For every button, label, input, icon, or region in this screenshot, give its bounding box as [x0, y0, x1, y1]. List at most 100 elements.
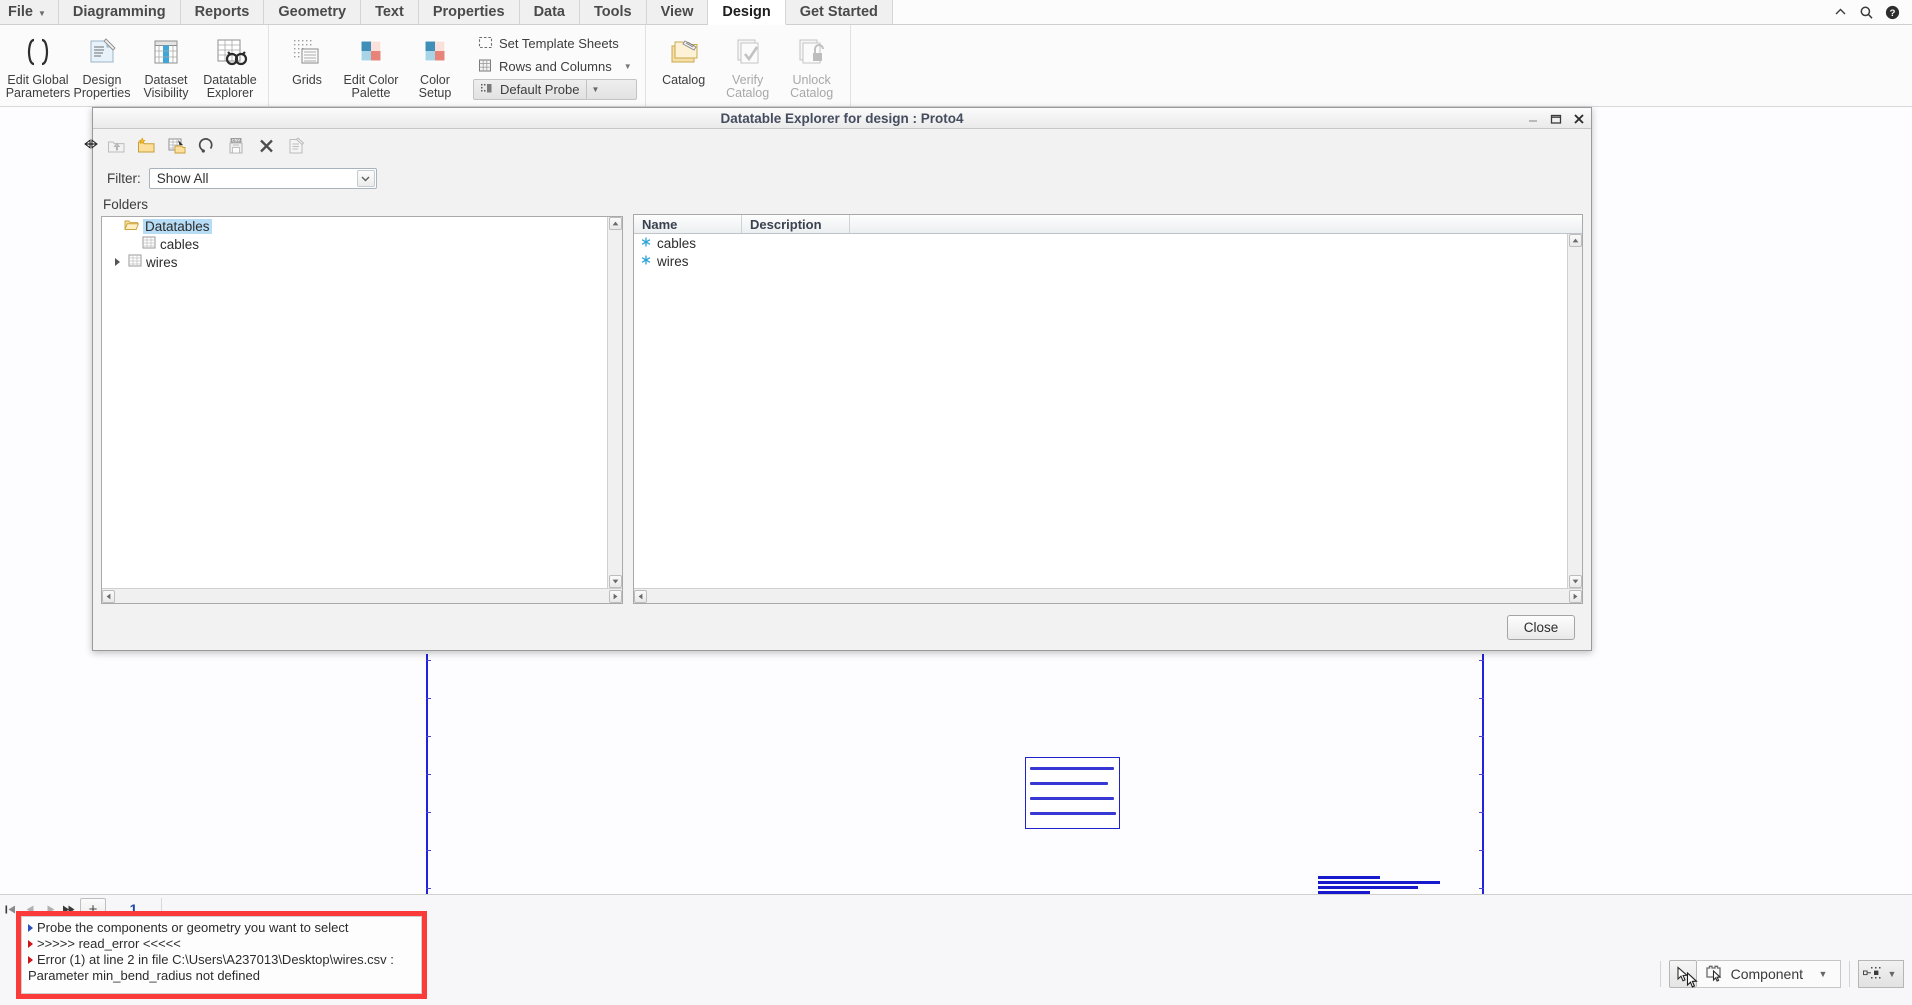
ribbon-body: Edit Global Parameters Design Properties — [0, 25, 1912, 107]
list-vertical-scrollbar[interactable] — [1567, 234, 1582, 588]
tab-view[interactable]: View — [646, 0, 709, 25]
column-header-description[interactable]: Description — [742, 215, 850, 233]
unlock-catalog-button[interactable]: Unlock Catalog — [780, 28, 844, 102]
chevron-down-icon[interactable]: ▼ — [624, 62, 632, 71]
rows-and-columns-label: Rows and Columns — [499, 59, 612, 74]
dialog-footer: Close — [93, 604, 1591, 650]
tree-item-datatables-label: Datatables — [143, 218, 212, 234]
new-datatable-button[interactable] — [163, 134, 189, 158]
chevron-down-icon[interactable]: ▼ — [1810, 969, 1836, 979]
search-icon[interactable] — [1859, 5, 1874, 20]
tab-reports[interactable]: Reports — [180, 0, 265, 25]
scroll-down-button[interactable] — [608, 575, 622, 588]
tab-data[interactable]: Data — [519, 0, 580, 25]
set-template-sheets-button[interactable]: Set Template Sheets — [473, 33, 637, 54]
folders-tree-body[interactable]: Datatables cables wires — [102, 217, 607, 588]
tab-file-label: File — [8, 4, 33, 20]
collapse-ribbon-icon[interactable] — [1833, 5, 1848, 20]
column-header-name[interactable]: Name — [634, 215, 742, 233]
default-probe-button[interactable]: Default Probe ▼ — [473, 79, 637, 100]
tab-file[interactable]: File ▼ — [0, 0, 59, 25]
list-item-cables[interactable]: cables — [634, 234, 1567, 252]
folders-pane: Folders Datatables cables wires — [101, 194, 623, 604]
delete-button[interactable] — [253, 134, 279, 158]
dialog-toolbar: CSV — [93, 129, 1591, 162]
design-properties-button[interactable]: Design Properties — [70, 28, 134, 102]
ribbon-tab-bar: File ▼ Diagramming Reports Geometry Text… — [0, 0, 1912, 25]
chevron-down-icon[interactable] — [356, 169, 375, 187]
chevron-down-icon: ▼ — [37, 8, 46, 18]
component-pick-icon — [1705, 964, 1724, 985]
design-properties-icon — [84, 32, 120, 72]
list-item-wires[interactable]: wires — [634, 252, 1567, 270]
edit-global-parameters-button[interactable]: Edit Global Parameters — [6, 28, 70, 102]
scroll-down-button[interactable] — [1568, 575, 1582, 588]
dataset-visibility-label: Dataset Visibility — [143, 73, 189, 100]
help-icon[interactable]: ? — [1885, 5, 1900, 20]
selection-mode-label: Component — [1730, 966, 1803, 982]
datatable-explorer-button[interactable]: Datatable Explorer — [198, 28, 262, 102]
dialog-main-area: Folders Datatables cables wires Name Des… — [93, 194, 1591, 604]
tree-expander-wires[interactable] — [110, 258, 124, 266]
folders-horizontal-scrollbar[interactable] — [102, 588, 622, 603]
rows-and-columns-button[interactable]: Rows and Columns ▼ — [473, 56, 637, 77]
list-horizontal-scrollbar[interactable] — [634, 588, 1582, 603]
new-folder-button[interactable] — [133, 134, 159, 158]
folders-tree[interactable]: Datatables cables wires — [101, 216, 623, 604]
verify-catalog-button[interactable]: Verify Catalog — [716, 28, 780, 102]
dialog-title-bar[interactable]: Datatable Explorer for design : Proto4 — [93, 108, 1591, 129]
tab-design[interactable]: Design — [708, 0, 786, 25]
unlock-catalog-icon — [794, 32, 830, 72]
tab-text[interactable]: Text — [361, 0, 419, 25]
minimize-button[interactable] — [1527, 113, 1539, 125]
scroll-right-button[interactable] — [1569, 589, 1582, 603]
filter-select[interactable]: Show All — [148, 167, 377, 189]
tree-item-cables[interactable]: cables — [102, 235, 607, 253]
tab-tools[interactable]: Tools — [580, 0, 647, 25]
color-setup-icon — [417, 32, 453, 72]
ribbon-group-design: Edit Global Parameters Design Properties — [0, 25, 269, 106]
move-up-level-button[interactable] — [103, 134, 129, 158]
datatables-list[interactable]: Name Description cables wires — [633, 214, 1583, 604]
close-button[interactable] — [1573, 113, 1585, 125]
refresh-button[interactable] — [193, 134, 219, 158]
tree-item-datatables[interactable]: Datatables — [102, 217, 607, 235]
brackets-icon — [20, 32, 56, 72]
scroll-left-button[interactable] — [102, 589, 115, 603]
tab-get-started[interactable]: Get Started — [785, 0, 893, 25]
dataset-visibility-icon — [148, 32, 184, 72]
tree-item-wires[interactable]: wires — [102, 253, 607, 271]
edit-color-palette-button[interactable]: Edit Color Palette — [339, 28, 403, 102]
chevron-down-icon[interactable]: ▼ — [1884, 969, 1900, 979]
resize-horizontal-cursor — [80, 138, 102, 153]
dataset-visibility-button[interactable]: Dataset Visibility — [134, 28, 198, 102]
maximize-button[interactable] — [1550, 113, 1562, 125]
console-line-1-text: Probe the components or geometry you wan… — [37, 920, 349, 935]
selection-mode-select[interactable]: Component ▼ — [1696, 960, 1841, 988]
console-message-panel[interactable]: Probe the components or geometry you wan… — [21, 916, 422, 994]
properties-button[interactable] — [283, 134, 309, 158]
scroll-up-button[interactable] — [608, 217, 622, 230]
catalog-button[interactable]: Catalog — [652, 28, 716, 102]
close-button[interactable]: Close — [1507, 614, 1575, 640]
chevron-down-icon[interactable]: ▼ — [585, 80, 605, 99]
tab-diagramming[interactable]: Diagramming — [58, 0, 181, 25]
export-csv-button[interactable]: CSV — [223, 134, 249, 158]
list-body[interactable]: cables wires — [634, 234, 1567, 588]
table-icon — [128, 254, 142, 270]
probe-mode-button[interactable]: ▼ — [1858, 960, 1904, 988]
template-sheets-icon — [478, 35, 493, 53]
console-line-4-text: Parameter min_bend_radius not defined — [28, 968, 260, 983]
color-setup-button[interactable]: Color Setup — [403, 28, 467, 102]
scroll-right-button[interactable] — [609, 589, 622, 603]
asterisk-icon — [640, 236, 652, 251]
folders-vertical-scrollbar[interactable] — [607, 217, 622, 588]
grids-button[interactable]: Grids — [275, 28, 339, 102]
tab-properties[interactable]: Properties — [418, 0, 520, 25]
scroll-up-button[interactable] — [1568, 234, 1582, 247]
scroll-left-button[interactable] — [634, 589, 647, 603]
filter-label: Filter: — [107, 170, 141, 186]
tab-geometry[interactable]: Geometry — [264, 0, 362, 25]
datatable-explorer-icon — [212, 32, 248, 72]
console-line-2: >>>>> read_error <<<<< — [28, 936, 421, 952]
